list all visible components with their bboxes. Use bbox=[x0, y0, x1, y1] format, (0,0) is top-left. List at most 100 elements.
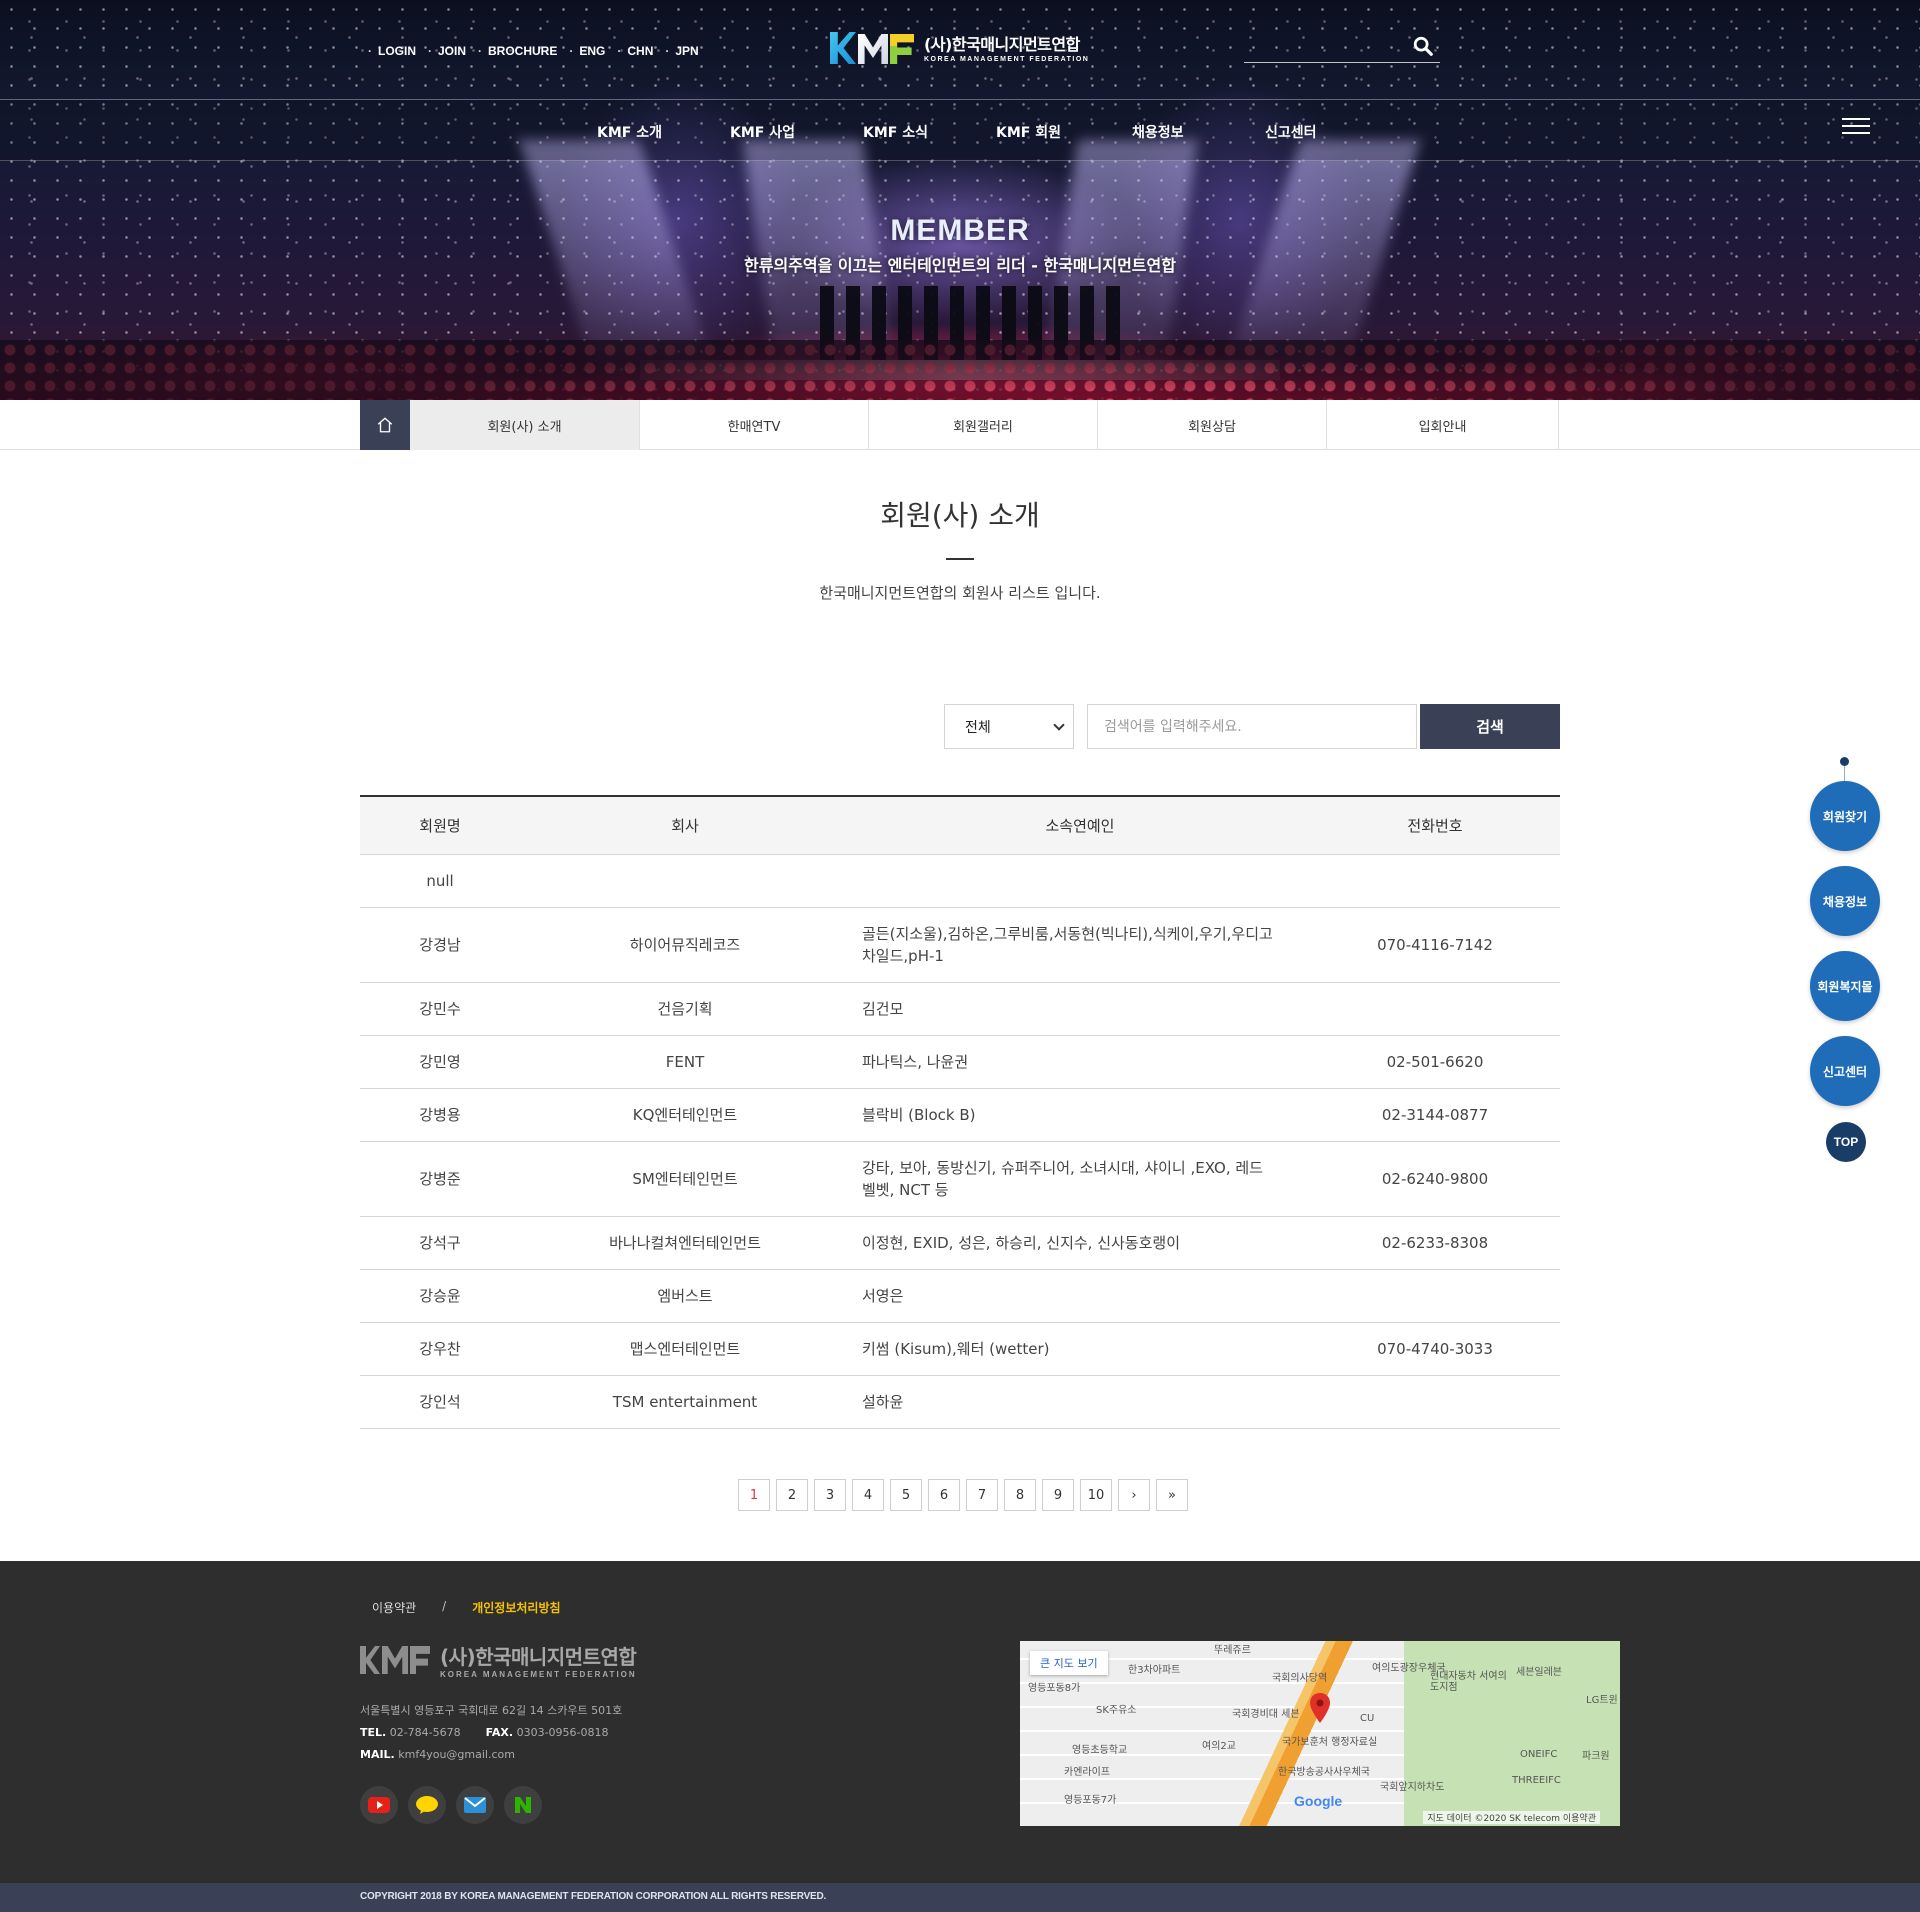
jpn-link[interactable]: JPN bbox=[659, 44, 704, 58]
search-icon[interactable] bbox=[1412, 35, 1434, 57]
site-logo[interactable]: (사)한국매니지먼트연합 KOREA MANAGEMENT FEDERATION bbox=[830, 30, 1089, 64]
cell-company: 하이어뮤직레코즈 bbox=[520, 907, 850, 983]
quick-jobs-button[interactable]: 채용정보 bbox=[1810, 866, 1880, 936]
big-map-button[interactable]: 큰 지도 보기 bbox=[1030, 1651, 1108, 1675]
fax-label: FAX. bbox=[485, 1726, 514, 1739]
cell-name: 강석구 bbox=[360, 1216, 520, 1270]
nav-kmf-business[interactable]: KMF 사업 bbox=[730, 122, 795, 142]
map-label: 영등포동7가 bbox=[1064, 1795, 1117, 1806]
youtube-icon[interactable] bbox=[360, 1786, 398, 1824]
map-label: 국회의사당역 bbox=[1272, 1673, 1328, 1684]
brochure-link[interactable]: BROCHURE bbox=[472, 44, 563, 58]
cell-phone: 070-4116-7142 bbox=[1310, 907, 1560, 983]
table-row: 강병준 SM엔터테인먼트 강타, 보아, 동방신기, 슈퍼주니어, 소녀시대, … bbox=[360, 1141, 1560, 1217]
map-label: THREEIFC bbox=[1512, 1775, 1561, 1786]
mail-icon[interactable] bbox=[456, 1786, 494, 1824]
map-label: 한3차아파트 bbox=[1128, 1665, 1181, 1676]
scroll-top-button[interactable]: TOP bbox=[1826, 1122, 1866, 1162]
map-label: 뚜레쥬르 bbox=[1214, 1645, 1251, 1656]
footer-logo-korean: (사)한국매니지먼트연합 bbox=[440, 1645, 637, 1669]
cell-phone bbox=[1310, 1375, 1560, 1429]
cell-name: 강경남 bbox=[360, 907, 520, 983]
page-8-button[interactable]: 8 bbox=[1004, 1479, 1036, 1511]
nav-kmf-news[interactable]: KMF 소식 bbox=[863, 122, 928, 142]
home-button[interactable] bbox=[360, 400, 410, 450]
quick-report-center-button[interactable]: 신고센터 bbox=[1810, 1036, 1880, 1106]
map-label: 세븐일레븐 bbox=[1516, 1667, 1562, 1678]
footer-logo-mark bbox=[360, 1646, 430, 1674]
footer-logo-english: KOREA MANAGEMENT FEDERATION bbox=[440, 1670, 637, 1679]
cell-phone: 02-501-6620 bbox=[1310, 1035, 1560, 1089]
quick-welfare-mall-button[interactable]: 회원복지몰 bbox=[1810, 951, 1880, 1021]
header-phone: 전화번호 bbox=[1310, 795, 1560, 855]
kakao-icon[interactable] bbox=[408, 1786, 446, 1824]
page-10-button[interactable]: 10 bbox=[1080, 1479, 1112, 1511]
search-input[interactable] bbox=[1087, 704, 1417, 749]
nav-report-center[interactable]: 신고센터 bbox=[1265, 122, 1317, 142]
tab-kmf-tv[interactable]: 한매연TV bbox=[640, 400, 869, 450]
footer bbox=[0, 1561, 1920, 1883]
cell-phone: 02-3144-0877 bbox=[1310, 1088, 1560, 1142]
nav-kmf-about[interactable]: KMF 소개 bbox=[597, 122, 662, 142]
footer-logo: (사)한국매니지먼트연합 KOREA MANAGEMENT FEDERATION bbox=[360, 1641, 637, 1679]
cell-phone bbox=[1310, 1269, 1560, 1323]
cell-phone: 02-6240-9800 bbox=[1310, 1141, 1560, 1217]
page-1-button[interactable]: 1 bbox=[738, 1479, 770, 1511]
last-page-button[interactable]: » bbox=[1156, 1479, 1188, 1511]
tab-member-consult[interactable]: 회원상담 bbox=[1098, 400, 1327, 450]
map-label: 현대자동차 서여의도지점 bbox=[1430, 1671, 1507, 1693]
footer-contact: 서울특별시 영등포구 국회대로 62길 14 스카우트 501호 TEL. 02… bbox=[360, 1700, 622, 1766]
util-links: LOGIN JOIN BROCHURE ENG CHN JPN bbox=[362, 44, 705, 58]
mail-value[interactable]: kmf4you@gmail.com bbox=[398, 1748, 515, 1761]
sub-navigation: 회원(사) 소개 한매연TV 회원갤러리 회원상담 입회안내 bbox=[0, 400, 1920, 450]
page-2-button[interactable]: 2 bbox=[776, 1479, 808, 1511]
mail-label: MAIL. bbox=[360, 1748, 395, 1761]
tel-label: TEL. bbox=[360, 1726, 387, 1739]
search-category-select[interactable]: 전체 bbox=[944, 704, 1074, 749]
hamburger-icon[interactable] bbox=[1842, 118, 1870, 136]
page-title: 회원(사) 소개 bbox=[880, 499, 1040, 532]
tab-member-intro[interactable]: 회원(사) 소개 bbox=[410, 400, 640, 450]
page-6-button[interactable]: 6 bbox=[928, 1479, 960, 1511]
page-9-button[interactable]: 9 bbox=[1042, 1479, 1074, 1511]
terms-link[interactable]: 이용약관 bbox=[372, 1599, 416, 1616]
page-3-button[interactable]: 3 bbox=[814, 1479, 846, 1511]
naver-icon[interactable] bbox=[504, 1786, 542, 1824]
location-map[interactable]: 큰 지도 보기 국회의사당역 여의도광장우체국 현대자동차 서여의도지점 세븐일… bbox=[1020, 1641, 1620, 1826]
cell-phone bbox=[1310, 982, 1560, 1036]
eng-link[interactable]: ENG bbox=[563, 44, 611, 58]
map-label: 국회경비대 세븐 bbox=[1232, 1709, 1300, 1720]
table-row: 강석구 바나나컬쳐엔터테인먼트 이정현, EXID, 성은, 하승리, 신지수,… bbox=[360, 1216, 1560, 1270]
page-7-button[interactable]: 7 bbox=[966, 1479, 998, 1511]
page-5-button[interactable]: 5 bbox=[890, 1479, 922, 1511]
next-page-button[interactable]: › bbox=[1118, 1479, 1150, 1511]
chevron-down-icon bbox=[1053, 719, 1065, 731]
cell-artists: 블락비 (Block B) bbox=[850, 1088, 1310, 1142]
cell-artists bbox=[850, 854, 1310, 908]
tab-join-guide[interactable]: 입회안내 bbox=[1327, 400, 1559, 450]
table-row: 강경남 하이어뮤직레코즈 골든(지소울),김하온,그루비룸,서동현(빅나티),식… bbox=[360, 907, 1560, 983]
tab-member-gallery[interactable]: 회원갤러리 bbox=[869, 400, 1098, 450]
privacy-policy-link[interactable]: 개인정보처리방침 bbox=[472, 1599, 560, 1616]
login-link[interactable]: LOGIN bbox=[362, 44, 422, 58]
page-4-button[interactable]: 4 bbox=[852, 1479, 884, 1511]
cell-phone bbox=[1310, 854, 1560, 908]
nav-jobs[interactable]: 채용정보 bbox=[1132, 122, 1184, 142]
search-button[interactable]: 검색 bbox=[1420, 704, 1560, 749]
table-row: 강승윤 엠버스트 서영은 bbox=[360, 1269, 1560, 1323]
cell-artists: 이정현, EXID, 성은, 하승리, 신지수, 신사동호랭이 bbox=[850, 1216, 1310, 1270]
sns-links bbox=[360, 1786, 542, 1824]
chn-link[interactable]: CHN bbox=[611, 44, 659, 58]
cell-artists: 강타, 보아, 동방신기, 슈퍼주니어, 소녀시대, 샤이니 ,EXO, 레드벨… bbox=[850, 1141, 1310, 1217]
home-icon bbox=[377, 417, 393, 433]
cell-company: 엠버스트 bbox=[520, 1269, 850, 1323]
table-row: 강민영 FENT 파나틱스, 나윤권 02-501-6620 bbox=[360, 1035, 1560, 1089]
map-pin-icon bbox=[1310, 1693, 1330, 1723]
quick-find-member-button[interactable]: 회원찾기 bbox=[1810, 781, 1880, 851]
header-search[interactable] bbox=[1244, 33, 1440, 63]
title-divider bbox=[946, 558, 974, 560]
join-link[interactable]: JOIN bbox=[422, 44, 472, 58]
cell-company: SM엔터테인먼트 bbox=[520, 1141, 850, 1217]
google-logo: Google bbox=[1294, 1793, 1343, 1809]
nav-kmf-members[interactable]: KMF 회원 bbox=[996, 122, 1061, 142]
